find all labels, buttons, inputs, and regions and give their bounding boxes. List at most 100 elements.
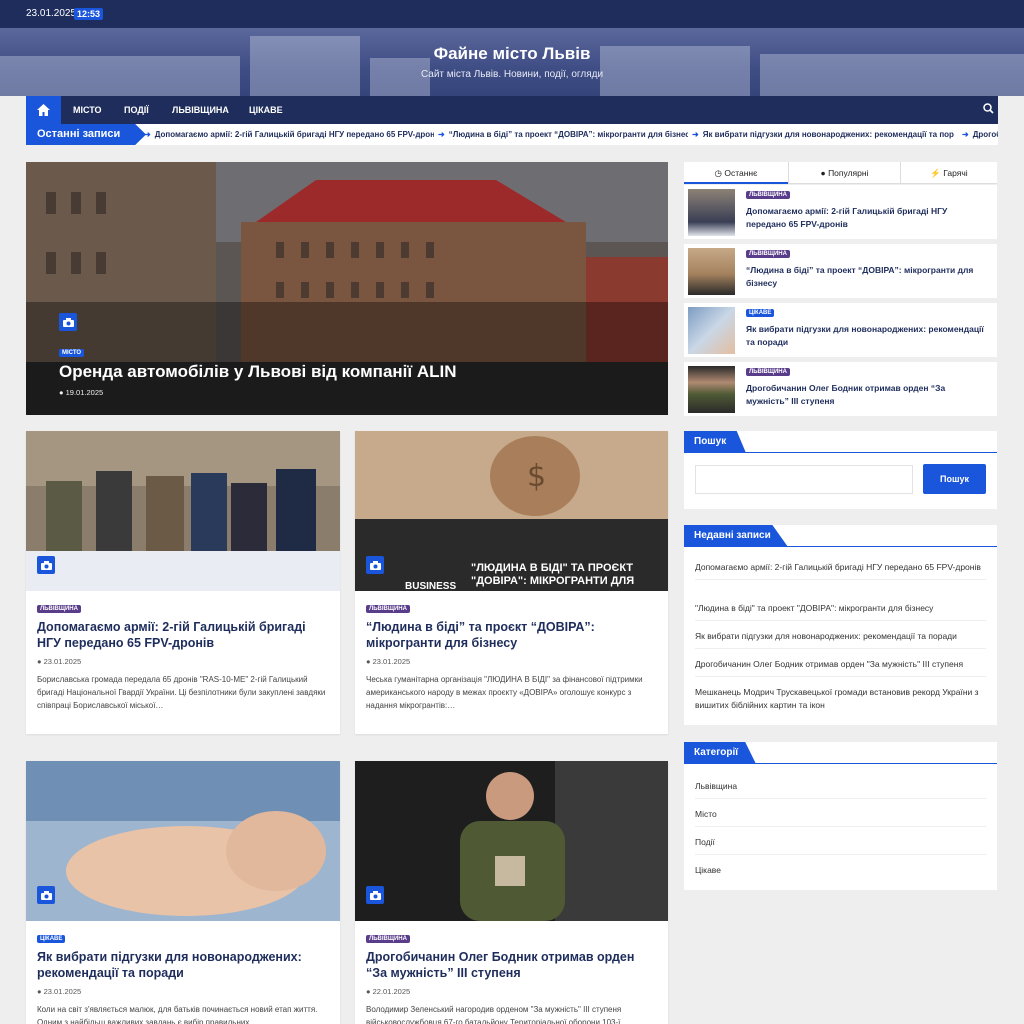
widget-divider — [684, 546, 997, 547]
camera-icon — [59, 313, 77, 331]
post-title[interactable]: Дрогобичанин Олег Бодник отримав орден “… — [366, 950, 658, 981]
sidebar-post[interactable]: ЛЬВІВЩИНА “Людина в біді” та проект “ДОВ… — [684, 244, 997, 299]
search-input[interactable] — [695, 465, 913, 494]
sidebar-post[interactable]: ЦІКАВЕ Як вибрати підгузки для новонарод… — [684, 303, 997, 358]
category-link[interactable]: Місто — [695, 808, 986, 827]
post-date: ● 23.01.2025 — [37, 657, 82, 666]
nav-item-interesting[interactable]: ЦІКАВЕ — [249, 96, 283, 124]
category-badge[interactable]: ЛЬВІВЩИНА — [366, 605, 410, 613]
ticker-label: Останні записи — [26, 124, 146, 145]
fire-icon: ● — [820, 168, 826, 178]
post-card[interactable]: ЦІКАВЕ Як вибрати підгузки для новонарод… — [26, 761, 340, 1024]
category-link[interactable]: Львівщина — [695, 780, 986, 799]
post-excerpt: Володимир Зеленський нагородив орденом "… — [366, 1005, 629, 1024]
sidebar-post-title[interactable]: Як вибрати підгузки для новонароджених: … — [746, 323, 986, 349]
camera-icon — [37, 886, 55, 904]
arrow-circle-icon: ➜ — [962, 130, 969, 139]
clock-icon: ◷ — [714, 168, 722, 178]
recent-post-link[interactable]: Дрогобичанин Олег Бодник отримав орден "… — [695, 658, 986, 677]
camera-icon — [366, 556, 384, 574]
categories-widget: Категорії Львівщина Місто Події Цікаве — [684, 742, 997, 890]
image-logo: BUSINESS — [405, 581, 456, 591]
recent-post-link[interactable]: Допомагаємо армії: 2-гій Галицькій брига… — [695, 561, 986, 580]
category-link[interactable]: Цікаве — [695, 864, 986, 882]
post-card[interactable]: ЛЬВІВЩИНА Дрогобичанин Олег Бодник отрим… — [355, 761, 668, 1024]
svg-text:"ЛЮДИНА В БІДІ" ТА ПРОЄКТ: "ЛЮДИНА В БІДІ" ТА ПРОЄКТ — [471, 562, 633, 574]
home-icon — [37, 104, 50, 116]
top-bar — [0, 0, 1024, 28]
arrow-circle-icon: ➜ — [144, 130, 151, 139]
post-date: ● 23.01.2025 — [37, 987, 82, 996]
widget-divider — [684, 763, 997, 764]
search-widget: Пошук Пошук — [684, 431, 997, 509]
clock-icon: ● — [59, 388, 64, 397]
ticker-item[interactable]: ➜ Як вибрати підгузки для новонароджених:… — [692, 124, 954, 145]
post-excerpt: Чеська гуманітарна організація "ЛЮДИНА В… — [366, 675, 643, 711]
sidebar-post[interactable]: ЛЬВІВЩИНА Допомагаємо армії: 2-гій Галиц… — [684, 185, 997, 240]
category-badge[interactable]: ЛЬВІВЩИНА — [37, 605, 81, 613]
clock-icon: ● — [37, 987, 42, 996]
category-badge[interactable]: ЦІКАВЕ — [37, 935, 66, 943]
hero-date: ● 19.01.2025 — [59, 388, 104, 397]
recent-post-link[interactable]: Як вибрати підгузки для новонароджених: … — [695, 630, 986, 649]
post-date: ● 23.01.2025 — [366, 657, 411, 666]
ticker-item[interactable]: ➜ “Людина в біді” та проект “ДОВІРА”: мік… — [438, 124, 688, 145]
category-badge[interactable]: ЛЬВІВЩИНА — [746, 368, 790, 376]
search-button[interactable]: Пошук — [923, 464, 986, 494]
hero-title[interactable]: Оренда автомобілів у Львові від компанії… — [59, 362, 457, 382]
sidebar-post-thumb — [688, 189, 735, 236]
post-title[interactable]: Як вибрати підгузки для новонароджених: … — [37, 950, 329, 981]
post-image — [26, 761, 340, 921]
post-image — [355, 761, 668, 921]
sidebar-post-title[interactable]: Допомагаємо армії: 2-гій Галицькій брига… — [746, 205, 986, 231]
post-title[interactable]: “Людина в біді” та проєкт “ДОВІРА”: мікр… — [366, 620, 658, 651]
sidebar-post-thumb — [688, 307, 735, 354]
svg-text:$: $ — [527, 459, 546, 494]
sidebar-post-title[interactable]: “Людина в біді” та проект “ДОВІРА”: мікр… — [746, 264, 986, 290]
tab-hot[interactable]: ⚡ Гарячі — [900, 162, 997, 184]
widget-title: Категорії — [684, 742, 756, 764]
post-image — [26, 431, 340, 591]
sidebar-post[interactable]: ЛЬВІВЩИНА Дрогобичанин Олег Бодник отрим… — [684, 362, 997, 417]
current-date: 23.01.2025 — [26, 8, 77, 19]
recent-post-link[interactable]: "Людина в біді" та проект "ДОВІРА": мікр… — [695, 602, 986, 621]
site-description: Сайт міста Львів. Новини, події, огляди — [420, 69, 604, 80]
nav-item-lviv-region[interactable]: ЛЬВІВЩИНА — [172, 96, 229, 124]
ticker-item[interactable]: ➜ Допомагаємо армії: 2-гій Галицькій бриг… — [144, 124, 434, 145]
sidebar-post-thumb — [688, 366, 735, 413]
category-badge[interactable]: МІСТО — [59, 349, 85, 357]
category-badge[interactable]: ЛЬВІВЩИНА — [746, 191, 790, 199]
arrow-circle-icon: ➜ — [438, 130, 445, 139]
post-card[interactable]: $ BUSINESS "ЛЮДИНА В БІДІ" ТА ПРОЄКТ "ДО… — [355, 431, 668, 734]
post-title[interactable]: Допомагаємо армії: 2-гій Галицькій брига… — [37, 620, 329, 651]
post-card[interactable]: ЛЬВІВЩИНА Допомагаємо армії: 2-гій Галиц… — [26, 431, 340, 734]
camera-icon — [366, 886, 384, 904]
clock-icon: ● — [366, 657, 371, 666]
recent-posts-widget: Недавні записи Допомагаємо армії: 2-гій … — [684, 525, 997, 725]
tab-popular[interactable]: ● Популярні — [788, 162, 900, 184]
tab-latest[interactable]: ◷ Останнє — [684, 162, 788, 184]
sidebar-post-title[interactable]: Дрогобичанин Олег Бодник отримав орден “… — [746, 382, 986, 408]
clock-icon: ● — [366, 987, 371, 996]
recent-post-link[interactable]: Мешканець Модрич Трускавецької громади в… — [695, 686, 986, 717]
hero-post[interactable]: МІСТО Оренда автомобілів у Львові від ко… — [26, 162, 668, 415]
nav-item-events[interactable]: ПОДІЇ — [124, 96, 149, 124]
post-date: ● 22.01.2025 — [366, 987, 411, 996]
widget-title: Недавні записи — [684, 525, 788, 547]
post-excerpt: Коли на світ з'являється малюк, для бать… — [37, 1005, 318, 1024]
nav-item-city[interactable]: МІСТО — [73, 96, 102, 124]
category-link[interactable]: Події — [695, 836, 986, 855]
category-badge[interactable]: ЛЬВІВЩИНА — [366, 935, 410, 943]
home-button[interactable] — [26, 96, 61, 124]
category-badge[interactable]: ЦІКАВЕ — [746, 309, 775, 317]
post-image: $ BUSINESS "ЛЮДИНА В БІДІ" ТА ПРОЄКТ "ДО… — [355, 431, 668, 591]
ticker-item[interactable]: ➜Дрогобичанин Олег Бодник отримав орден … — [962, 124, 998, 145]
site-title[interactable]: Файне місто Львів — [0, 44, 1024, 64]
category-badge[interactable]: ЛЬВІВЩИНА — [746, 250, 790, 258]
search-icon[interactable] — [983, 103, 994, 117]
sidebar-post-thumb — [688, 248, 735, 295]
camera-icon — [37, 556, 55, 574]
clock-icon: ● — [37, 657, 42, 666]
widget-divider — [684, 452, 997, 453]
svg-text:"ДОВІРА": МІКРОГРАНТИ ДЛЯ: "ДОВІРА": МІКРОГРАНТИ ДЛЯ — [471, 575, 634, 587]
